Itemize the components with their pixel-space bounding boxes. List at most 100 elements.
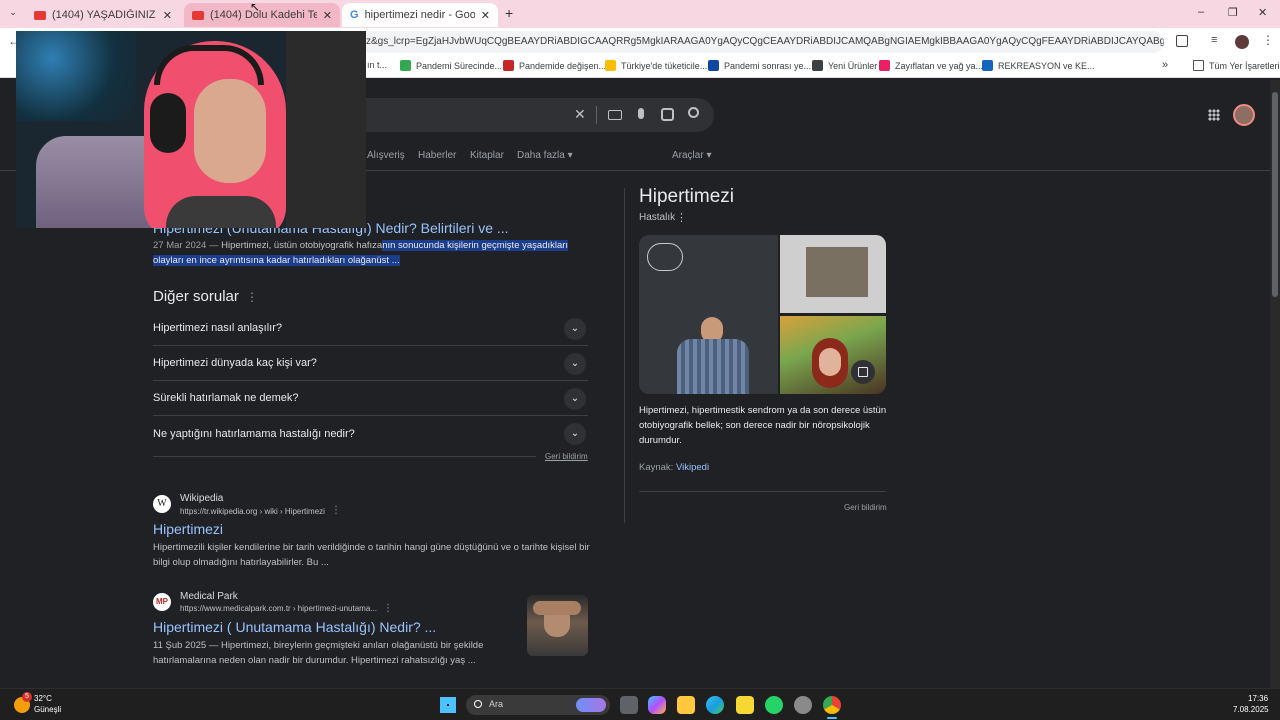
extensions-icon[interactable] <box>1176 35 1188 47</box>
task-view-icon[interactable] <box>620 696 638 714</box>
tab-strip: ⌄ (1404) YAŞADIĞINIZ HİÇBİR ŞEYİ ✕ (1404… <box>0 0 1280 28</box>
restore-button[interactable]: ❐ <box>1228 6 1238 19</box>
bookmark-favicon-icon <box>879 60 890 71</box>
youtube-icon <box>192 10 204 20</box>
divider <box>639 491 886 492</box>
result-title[interactable]: Hipertimezi ( Unutamama Hastalığı) Nedir… <box>153 619 436 635</box>
result-menu-icon[interactable]: ⋮ <box>383 603 393 614</box>
clock-time[interactable]: 17:36 <box>1248 694 1268 703</box>
result-title[interactable]: Hipertimezi <box>153 521 223 537</box>
tools-button[interactable]: Araçlar ▾ <box>672 150 711 161</box>
address-bar[interactable]: z&gs_lcrp=EgZjaHJvbWUqCQgBEAAYDRiABDIGCA… <box>360 31 1164 53</box>
bookmark-item[interactable]: Türkiye'de tüketicile... <box>605 60 707 71</box>
lens-icon[interactable] <box>661 108 674 121</box>
bookmark-label: Pandemi sonrası ye... <box>724 60 812 71</box>
keyboard-icon[interactable] <box>608 110 622 120</box>
file-explorer-icon[interactable] <box>677 696 695 714</box>
bookmarks-overflow-button[interactable]: » <box>1162 59 1168 71</box>
snippet-highlight: olayları en ince ayrıntısına kadar hatır… <box>153 255 400 266</box>
bookmark-label: Pandemi Sürecinde... <box>416 60 503 71</box>
new-tab-button[interactable]: + <box>505 5 513 21</box>
clock-date[interactable]: 7.08.2025 <box>1233 705 1269 714</box>
account-avatar[interactable] <box>1233 104 1255 126</box>
whatsapp-icon[interactable] <box>765 696 783 714</box>
tab-news[interactable]: Haberler <box>418 150 456 161</box>
search-icon[interactable] <box>688 107 699 118</box>
weather-condition: Güneşli <box>34 705 62 714</box>
paa-question[interactable]: Hipertimezi nasıl anlaşılır? ⌄ <box>153 311 588 346</box>
profile-avatar[interactable] <box>1235 35 1249 49</box>
result-thumbnail-image[interactable] <box>527 595 588 656</box>
bookmark-favicon-icon <box>982 60 993 71</box>
bookmark-label: ın t... <box>367 60 388 70</box>
divider <box>596 106 597 124</box>
bookmark-item[interactable]: Yeni Ürünler <box>812 60 877 71</box>
bookmark-item[interactable]: Pandemi Sürecinde... <box>400 60 502 71</box>
close-window-button[interactable]: ✕ <box>1258 6 1267 19</box>
snippet-date: 27 Mar 2024 — <box>153 240 222 251</box>
minimize-button[interactable]: – <box>1198 6 1204 18</box>
media-controls-icon[interactable]: ≡ <box>1211 34 1217 46</box>
paa-question[interactable]: Ne yaptığını hatırlamama hastalığı nedir… <box>153 416 588 451</box>
weather-widget[interactable]: 5 32°C Güneşli <box>12 692 82 716</box>
result-menu-icon[interactable]: ⋮ <box>331 505 341 516</box>
weather-badge: 5 <box>22 692 32 702</box>
paa-question[interactable]: Sürekli hatırlamak ne demek? ⌄ <box>153 381 588 416</box>
tab-google-search[interactable]: G hipertimezi nedir - Google'da A ✕ <box>342 3 498 27</box>
bookmark-item[interactable]: Zayıflatan ve yağ ya... <box>879 60 983 71</box>
bookmark-item[interactable]: REKREASYON ve KE... <box>982 60 1095 71</box>
tab-youtube-1[interactable]: (1404) YAŞADIĞINIZ HİÇBİR ŞEYİ ✕ <box>26 3 180 27</box>
knowledge-description-line: otobiyografik bellek; son derece nadir b… <box>639 420 870 431</box>
bookmark-item[interactable]: ın t... <box>367 60 387 70</box>
chevron-down-icon[interactable]: ⌄ <box>564 423 586 445</box>
bookmark-label: Zayıflatan ve yağ ya... <box>895 60 984 71</box>
microphone-icon[interactable] <box>638 108 644 119</box>
result-snippet: 11 Şub 2025 — Hipertimezi, bireylerin ge… <box>153 638 513 668</box>
edge-icon[interactable] <box>706 696 724 714</box>
paa-question[interactable]: Hipertimezi dünyada kaç kişi var? ⌄ <box>153 346 588 381</box>
result-site-name: Wikipedia <box>180 493 224 504</box>
webcam-shirt <box>166 196 276 228</box>
mouse-cursor-icon: ↖ <box>250 0 261 14</box>
paa-feedback-link[interactable]: Geri bildirim <box>545 452 588 461</box>
chevron-down-icon[interactable]: ⌄ <box>564 318 586 340</box>
menu-icon[interactable]: ⋮ <box>1262 33 1274 47</box>
copilot-icon[interactable] <box>648 696 666 714</box>
chrome-icon[interactable] <box>823 696 841 714</box>
tab-close-button[interactable]: ✕ <box>481 9 490 22</box>
bookmark-item[interactable]: Pandemide değişen... <box>503 60 606 71</box>
tab-books[interactable]: Kitaplar <box>470 150 504 161</box>
settings-icon[interactable] <box>794 696 812 714</box>
webcam-overlay <box>16 31 366 228</box>
source-label: Kaynak: <box>639 462 676 473</box>
result-url: https://www.medicalpark.com.tr › hiperti… <box>180 604 377 613</box>
tab-shopping[interactable]: Alışveriş <box>367 150 405 161</box>
search-icon <box>474 700 482 708</box>
chevron-down-icon[interactable]: ⌄ <box>564 353 586 375</box>
knowledge-feedback-link[interactable]: Geri bildirim <box>844 503 887 512</box>
paa-menu-icon[interactable]: ⋮ <box>246 290 258 304</box>
tab-search-dropdown-icon[interactable]: ⌄ <box>6 7 20 21</box>
folder-icon <box>1193 60 1204 71</box>
source-link[interactable]: Vikipedi <box>676 462 709 473</box>
all-bookmarks-folder[interactable]: Tüm Yer İşaretleri <box>1193 60 1280 71</box>
taskbar-search-box[interactable]: Ara <box>466 695 610 715</box>
tab-more[interactable]: Daha fazla ▾ <box>517 150 573 161</box>
active-app-indicator <box>827 717 837 719</box>
sticky-notes-icon[interactable] <box>736 696 754 714</box>
tab-close-button[interactable]: ✕ <box>163 9 172 22</box>
apps-grid-icon[interactable] <box>1208 109 1220 121</box>
knowledge-image-bottom-right[interactable] <box>780 316 886 394</box>
knowledge-image-top-right[interactable] <box>780 235 886 313</box>
chevron-down-icon[interactable]: ⌄ <box>564 388 586 410</box>
scrollbar-thumb[interactable] <box>1272 92 1278 297</box>
search-box[interactable]: ✕ <box>360 98 714 132</box>
clear-search-icon[interactable]: ✕ <box>574 106 586 123</box>
bookmark-item[interactable]: Pandemi sonrası ye... <box>708 60 811 71</box>
start-icon[interactable] <box>440 697 456 713</box>
tab-youtube-2[interactable]: (1404) Dolu Kadehi Ters Tut - A ✕ <box>184 3 340 27</box>
knowledge-image-main[interactable] <box>639 235 778 394</box>
tab-close-button[interactable]: ✕ <box>323 9 332 22</box>
image-gallery-icon[interactable] <box>851 360 875 384</box>
knowledge-menu-icon[interactable]: ⋮ <box>676 211 687 224</box>
